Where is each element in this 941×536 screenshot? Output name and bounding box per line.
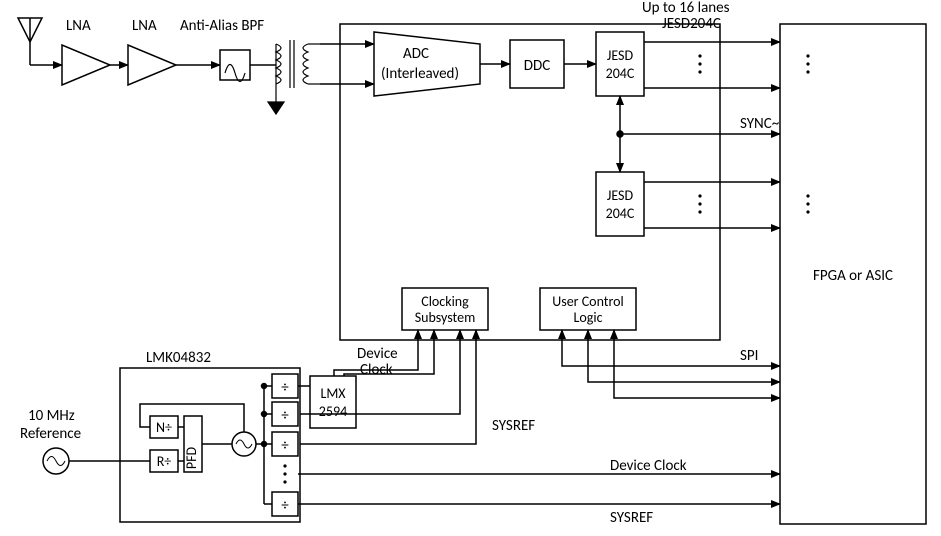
sysref2-label: SYSREF xyxy=(610,509,653,527)
svg-text:÷: ÷ xyxy=(281,407,289,425)
svg-text:÷: ÷ xyxy=(281,379,289,397)
adc-label1: ADC xyxy=(403,45,429,63)
lanes-label2: JESD204C xyxy=(662,15,721,33)
jesd-b2: 204C xyxy=(606,205,635,222)
ref-label2: Reference xyxy=(20,425,81,443)
ddc-label: DDC xyxy=(524,57,550,75)
lmx-block xyxy=(310,376,356,428)
antenna-icon xyxy=(18,18,42,65)
jesd-a2: 204C xyxy=(606,65,635,82)
lna2-label: LNA xyxy=(132,17,157,35)
jesd-top-block xyxy=(596,32,644,96)
ndiv-label: N÷ xyxy=(156,419,172,436)
diagram: LNA LNA Anti-Alias BPF ADC (Interleaved)… xyxy=(18,0,926,527)
jesd-bottom-block xyxy=(596,172,644,236)
jesd-b1: JESD xyxy=(607,187,634,204)
lna1-amp xyxy=(62,45,110,85)
bpf-label: Anti-Alias BPF xyxy=(180,17,264,35)
balun-icon xyxy=(268,40,320,114)
ucl-label2: Logic xyxy=(574,309,603,326)
adc-label2: (Interleaved) xyxy=(381,65,459,83)
ref-label1: 10 MHz xyxy=(28,407,75,425)
lmx2: 2594 xyxy=(319,403,347,420)
svg-text:÷: ÷ xyxy=(281,437,289,455)
lna2-amp xyxy=(128,45,176,85)
devclk-line-label: Device Clock xyxy=(610,457,687,475)
rdiv-label: R÷ xyxy=(157,453,172,470)
svg-text:÷: ÷ xyxy=(281,497,289,515)
pfd-label: PFD xyxy=(183,446,200,469)
clk-label2: Subsystem xyxy=(415,309,476,326)
bpf-block xyxy=(220,50,250,80)
adc-block xyxy=(374,32,480,96)
fpga-label: FPGA or ASIC xyxy=(813,267,893,285)
ucl-label1: User Control xyxy=(552,293,623,310)
sysref1-label: SYSREF xyxy=(492,417,535,435)
lmk-label: LMK04832 xyxy=(146,349,211,367)
lmx1: LMX xyxy=(320,385,346,402)
clk-label1: Clocking xyxy=(421,293,469,310)
spi-label: SPI xyxy=(740,347,758,365)
jesd-a1: JESD xyxy=(607,47,634,64)
lmk-block xyxy=(120,368,300,522)
lna1-label: LNA xyxy=(66,17,91,35)
sync-label: SYNC~ xyxy=(740,115,780,133)
